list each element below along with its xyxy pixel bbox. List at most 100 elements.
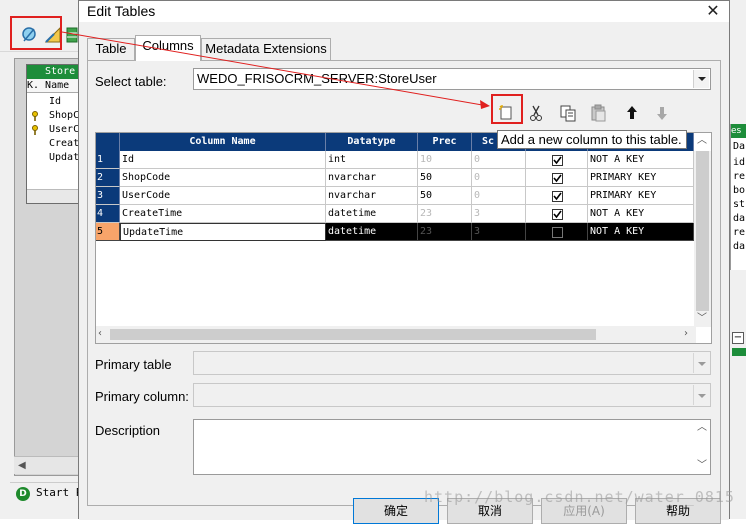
cell-datatype[interactable]: datetime [326,223,418,241]
tab-columns[interactable]: Columns [135,35,201,61]
description-textarea[interactable]: ︿ ﹀ [193,419,711,475]
scroll-left-icon[interactable]: ‹ [98,328,102,340]
row-number[interactable]: 5 [96,223,120,241]
right-panel-line: re [733,171,746,182]
cell-column-name[interactable]: CreateTime [120,205,326,223]
scroll-up-icon[interactable]: ︿ [697,422,707,434]
cell-key[interactable]: NOT A KEY [588,151,694,169]
cell-prec[interactable]: 50 [418,169,472,187]
scroll-left-icon[interactable]: ◀ [18,460,26,472]
dialog-client: Table Columns Metadata Extensions Select… [79,22,729,524]
cell-prec[interactable]: 10 [418,151,472,169]
entity-row: Id [49,96,62,107]
close-icon[interactable]: ✕ [705,2,721,20]
table-row[interactable]: 3 UserCode nvarchar 50 0 PRIMARY KEY [96,187,696,205]
cell-scale[interactable]: 0 [472,151,526,169]
chevron-down-icon[interactable] [693,70,709,88]
key-icon [32,125,38,135]
columns-grid[interactable]: Column Name Datatype Prec Sc 1 Id int 10… [95,132,712,344]
column-header-prec[interactable]: Prec [418,133,472,151]
cell-key[interactable]: PRIMARY KEY [588,169,694,187]
copy-icon[interactable] [557,102,579,124]
row-number[interactable]: 1 [96,151,120,169]
cell-scale[interactable]: 0 [472,169,526,187]
table-icon[interactable] [66,26,78,44]
entity-row: ShopC [27,109,79,123]
tab-metadata-extensions[interactable]: Metadata Extensions [201,38,331,60]
scroll-down-icon[interactable]: ﹀ [697,460,707,472]
move-down-icon[interactable] [651,102,673,124]
cell-column-name[interactable]: ShopCode [120,169,326,187]
checkbox-unchecked[interactable] [552,227,563,238]
scroll-down-icon[interactable]: ﹀ [697,313,707,325]
column-header-datatype[interactable]: Datatype [326,133,418,151]
entity-scrollbar[interactable] [27,189,79,203]
right-panel-line: bo [733,185,746,196]
cell-key[interactable]: NOT A KEY [588,205,694,223]
primary-column-label: Primary column: [95,389,189,404]
row-number[interactable]: 4 [96,205,120,223]
chevron-down-icon[interactable] [693,353,709,373]
table-row[interactable]: 1 Id int 10 0 NOT A KEY [96,151,696,169]
cell-not-null[interactable] [526,151,588,169]
cell-scale[interactable]: 3 [472,205,526,223]
move-up-icon[interactable] [621,102,643,124]
cell-not-null[interactable] [526,205,588,223]
cell-datatype[interactable]: nvarchar [326,169,418,187]
background-hscrollbar[interactable]: ◀ [14,456,80,474]
scroll-up-icon[interactable]: ︿ [697,135,707,147]
row-number[interactable]: 3 [96,187,120,205]
background-status-bar: D Start Pr [10,482,89,504]
select-table-dropdown[interactable]: WEDO_FRISOCRM_SERVER:StoreUser [193,68,711,90]
checkbox-checked[interactable] [552,191,563,202]
cell-datatype[interactable]: nvarchar [326,187,418,205]
cell-prec[interactable]: 50 [418,187,472,205]
cell-scale[interactable]: 0 [472,187,526,205]
cell-key[interactable]: PRIMARY KEY [588,187,694,205]
cell-not-null[interactable] [526,169,588,187]
entity-row: UserC [27,123,79,137]
table-row-selected[interactable]: 5 UpdateTime datetime 23 3 NOT A KEY [96,223,696,241]
checkbox-checked[interactable] [552,209,563,220]
primary-table-dropdown[interactable] [193,351,711,375]
cell-not-null[interactable] [526,187,588,205]
grid-vertical-thumb[interactable] [696,151,709,311]
cut-icon[interactable] [525,102,547,124]
cell-key[interactable]: NOT A KEY [588,223,694,241]
collapse-icon[interactable]: − [732,332,744,344]
table-row[interactable]: 4 CreateTime datetime 23 3 NOT A KEY [96,205,696,223]
paste-icon[interactable] [587,102,609,124]
entity-title: Store [27,65,79,79]
chevron-down-icon[interactable] [693,385,709,405]
scroll-right-icon[interactable]: › [684,328,688,340]
cell-prec[interactable]: 23 [418,223,472,241]
dialog-titlebar[interactable]: Edit Tables ✕ [79,1,729,22]
row-number[interactable]: 2 [96,169,120,187]
primary-column-dropdown[interactable] [193,383,711,407]
cell-not-null[interactable] [526,223,588,241]
entity-header: K. Name [27,79,79,93]
cell-prec[interactable]: 23 [418,205,472,223]
checkbox-checked[interactable] [552,173,563,184]
column-header-name[interactable]: Column Name [120,133,326,151]
table-row[interactable]: 2 ShopCode nvarchar 50 0 PRIMARY KEY [96,169,696,187]
grid-horizontal-scrollbar[interactable]: ‹ › [96,326,696,343]
checkbox-checked[interactable] [552,155,563,166]
grid-horizontal-thumb[interactable] [110,329,596,340]
cell-column-name[interactable]: UserCode [120,187,326,205]
description-label: Description [95,423,161,438]
background-right-panel: es Da id re bo st da re da [730,124,746,270]
right-panel-title: es [731,124,746,138]
grid-vertical-scrollbar[interactable]: ︿ ﹀ [694,135,711,327]
cell-datatype[interactable]: int [326,151,418,169]
key-icon [32,111,38,121]
grid-corner-header [96,133,120,151]
cell-column-name-editor[interactable]: UpdateTime [120,223,326,241]
tab-table[interactable]: Table [87,38,135,60]
cell-column-name[interactable]: Id [120,151,326,169]
entity-box[interactable]: Store K. Name Id ShopC UserC Creat Updat [26,64,80,204]
cell-scale[interactable]: 3 [472,223,526,241]
edit-tables-dialog: Edit Tables ✕ Table Columns Metadata Ext… [78,0,730,524]
cell-datatype[interactable]: datetime [326,205,418,223]
right-panel-line: st [733,199,746,210]
